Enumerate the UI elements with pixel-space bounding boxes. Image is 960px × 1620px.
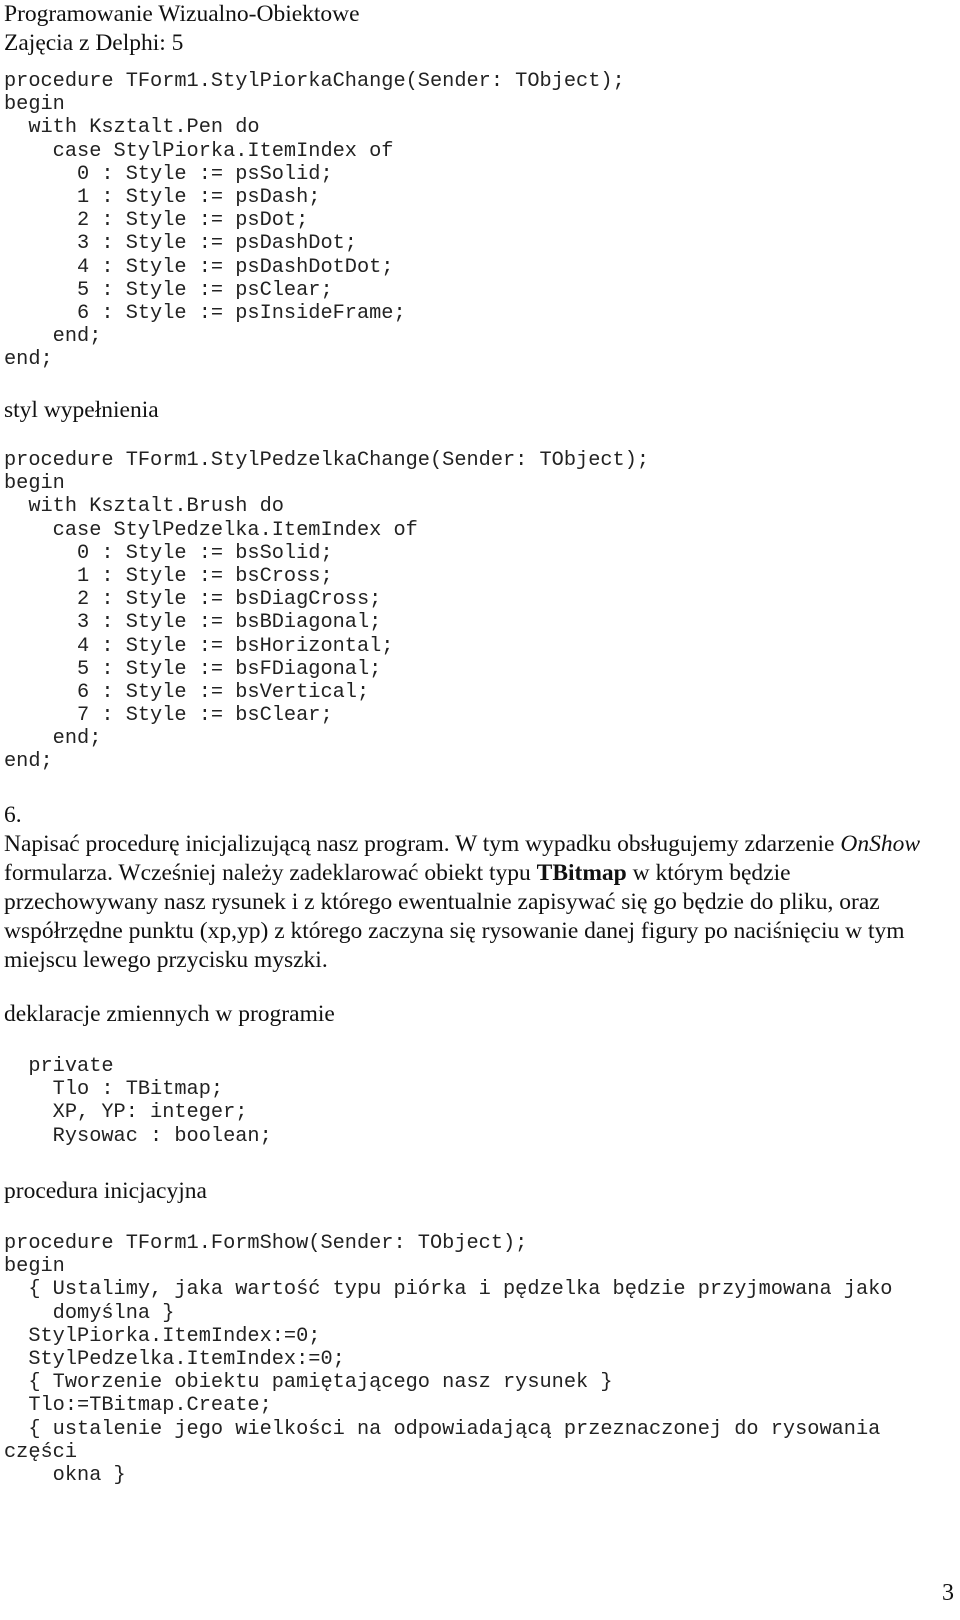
- code-line: begin: [4, 93, 65, 117]
- code-line: 7 : Style := bsClear;: [4, 704, 333, 728]
- code-line: części: [4, 1440, 78, 1464]
- code-line: begin: [4, 472, 65, 496]
- heading-init-procedure: procedura inicjacyjna: [4, 1178, 207, 1204]
- code-line: begin: [4, 1255, 65, 1279]
- event-name: OnShow: [840, 831, 920, 857]
- code-line: 6 : Style := bsVertical;: [4, 680, 370, 704]
- heading-fill-style: styl wypełnienia: [4, 397, 159, 423]
- code-line: okna }: [4, 1463, 126, 1487]
- code-line: { ustalenie jego wielkości na odpowiadaj…: [4, 1417, 881, 1441]
- code-line: case StylPedzelka.ItemIndex of: [4, 518, 418, 542]
- code-line: domyślna }: [4, 1301, 175, 1325]
- code-line: XP, YP: integer;: [4, 1101, 248, 1125]
- code-line: StylPiorka.ItemIndex:=0;: [4, 1324, 321, 1348]
- code-line: with Ksztalt.Brush do: [4, 495, 284, 519]
- code-block-init-procedure: procedure TForm1.FormShow(Sender: TObjec…: [4, 1232, 892, 1487]
- code-line: procedure TForm1.StylPedzelkaChange(Send…: [4, 449, 650, 472]
- code-line: 0 : Style := psSolid;: [4, 162, 333, 186]
- document-subtitle: Zajęcia z Delphi: 5: [4, 30, 184, 56]
- code-line: 3 : Style := bsBDiagonal;: [4, 611, 382, 635]
- code-line: private: [4, 1055, 114, 1078]
- code-line: end;: [4, 348, 53, 372]
- code-line: end;: [4, 325, 102, 349]
- document-header: Programowanie Wizualno-Obiektowe Zajęcia…: [4, 0, 360, 58]
- code-line: procedure TForm1.FormShow(Sender: TObjec…: [4, 1232, 528, 1255]
- section-number: 6.: [4, 802, 22, 828]
- code-line: end;: [4, 727, 102, 751]
- heading-declarations: deklaracje zmiennych w programie: [4, 1001, 335, 1027]
- code-line: end;: [4, 750, 53, 774]
- code-line: 5 : Style := bsFDiagonal;: [4, 657, 382, 681]
- code-line: Rysowac : boolean;: [4, 1124, 272, 1148]
- document-title: Programowanie Wizualno-Obiektowe: [4, 1, 360, 27]
- code-line: 4 : Style := psDashDotDot;: [4, 255, 394, 279]
- code-line: with Ksztalt.Pen do: [4, 116, 260, 140]
- code-line: 5 : Style := psClear;: [4, 278, 333, 302]
- code-line: 3 : Style := psDashDot;: [4, 232, 357, 256]
- code-line: 4 : Style := bsHorizontal;: [4, 634, 394, 658]
- code-line: StylPedzelka.ItemIndex:=0;: [4, 1347, 345, 1371]
- code-line: 2 : Style := psDot;: [4, 209, 309, 233]
- code-line: Tlo:=TBitmap.Create;: [4, 1394, 272, 1418]
- code-line: 0 : Style := bsSolid;: [4, 541, 333, 565]
- code-line: { Tworzenie obiektu pamiętającego nasz r…: [4, 1371, 613, 1395]
- code-block-pen-style: procedure TForm1.StylPiorkaChange(Sender…: [4, 70, 625, 371]
- paragraph-text: Napisać procedurę inicjalizującą nasz pr…: [4, 831, 841, 857]
- page-number: 3: [942, 1580, 954, 1606]
- code-line: case StylPiorka.ItemIndex of: [4, 139, 394, 163]
- code-line: procedure TForm1.StylPiorkaChange(Sender…: [4, 70, 625, 93]
- code-line: 6 : Style := psInsideFrame;: [4, 301, 406, 325]
- code-line: Tlo : TBitmap;: [4, 1078, 224, 1102]
- code-line: 1 : Style := bsCross;: [4, 564, 333, 588]
- code-line: { Ustalimy, jaka wartość typu piórka i p…: [4, 1278, 893, 1302]
- code-block-brush-style: procedure TForm1.StylPedzelkaChange(Send…: [4, 449, 649, 774]
- section-6: 6. Napisać procedurę inicjalizującą nasz…: [4, 801, 939, 975]
- type-name: TBitmap: [536, 860, 627, 886]
- paragraph-text: formularza. Wcześniej należy zadeklarowa…: [4, 860, 537, 886]
- section-6-paragraph: Napisać procedurę inicjalizującą nasz pr…: [4, 830, 939, 975]
- code-line: 2 : Style := bsDiagCross;: [4, 588, 382, 612]
- code-block-declarations: private Tlo : TBitmap; XP, YP: integer; …: [4, 1055, 272, 1148]
- code-line: 1 : Style := psDash;: [4, 185, 321, 209]
